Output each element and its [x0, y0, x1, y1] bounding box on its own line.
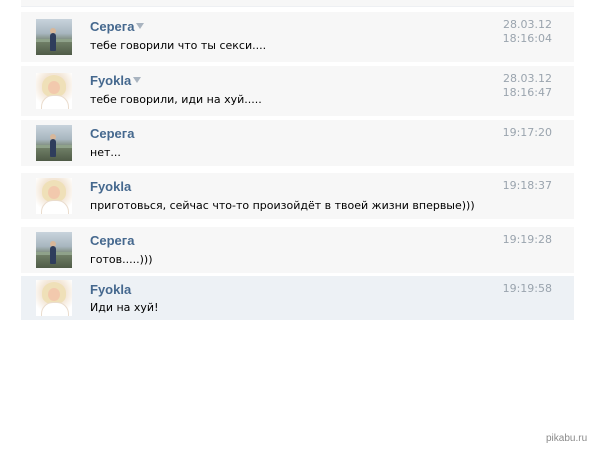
author-name[interactable]: Fyokla [90, 282, 131, 297]
message-row[interactable]: Fyokla Иди на хуй! 19:19:58 [21, 276, 574, 320]
message-time: 19:18:37 [502, 179, 552, 192]
author-name[interactable]: Fyokla [90, 73, 142, 88]
message-text: тебе говорили, иди на хуй..... [90, 93, 262, 106]
message-timestamp: 28.03.12 18:16:47 [503, 72, 552, 100]
author-name[interactable]: Серега [90, 126, 134, 141]
author-name[interactable]: Серега [90, 233, 134, 248]
message-text: нет... [90, 146, 121, 159]
message-time: 19:17:20 [502, 126, 552, 139]
chevron-down-icon[interactable] [133, 77, 142, 83]
avatar[interactable] [36, 73, 72, 109]
author-name[interactable]: Серега [90, 19, 145, 34]
message-date: 28.03.12 [503, 18, 552, 31]
message-text: готов.....))) [90, 253, 153, 266]
message-time: 19:19:58 [502, 282, 552, 295]
avatar[interactable] [36, 232, 72, 268]
chevron-down-icon[interactable] [136, 23, 145, 29]
previous-message-strip [21, 0, 574, 7]
message-row[interactable]: Серега готов.....))) 19:19:28 [21, 227, 574, 273]
site-watermark: pikabu.ru [546, 433, 588, 444]
message-text: приготовься, сейчас что-то произойдёт в … [90, 199, 475, 212]
message-text: тебе говорили что ты секси.... [90, 39, 267, 52]
message-time: 19:19:28 [502, 233, 552, 246]
avatar[interactable] [36, 280, 72, 316]
message-text: Иди на хуй! [90, 301, 159, 314]
avatar[interactable] [36, 19, 72, 55]
message-row[interactable]: Серега тебе говорили что ты секси.... 28… [21, 12, 574, 62]
message-row[interactable]: Fyokla приготовься, сейчас что-то произо… [21, 173, 574, 219]
avatar[interactable] [36, 178, 72, 214]
message-time: 18:16:04 [502, 32, 552, 45]
message-time: 18:16:47 [502, 86, 552, 99]
avatar[interactable] [36, 125, 72, 161]
message-row[interactable]: Серега нет... 19:17:20 [21, 120, 574, 166]
message-row[interactable]: Fyokla тебе говорили, иди на хуй..... 28… [21, 66, 574, 116]
message-date: 28.03.12 [503, 72, 552, 85]
author-name[interactable]: Fyokla [90, 179, 131, 194]
message-timestamp: 28.03.12 18:16:04 [503, 18, 552, 46]
